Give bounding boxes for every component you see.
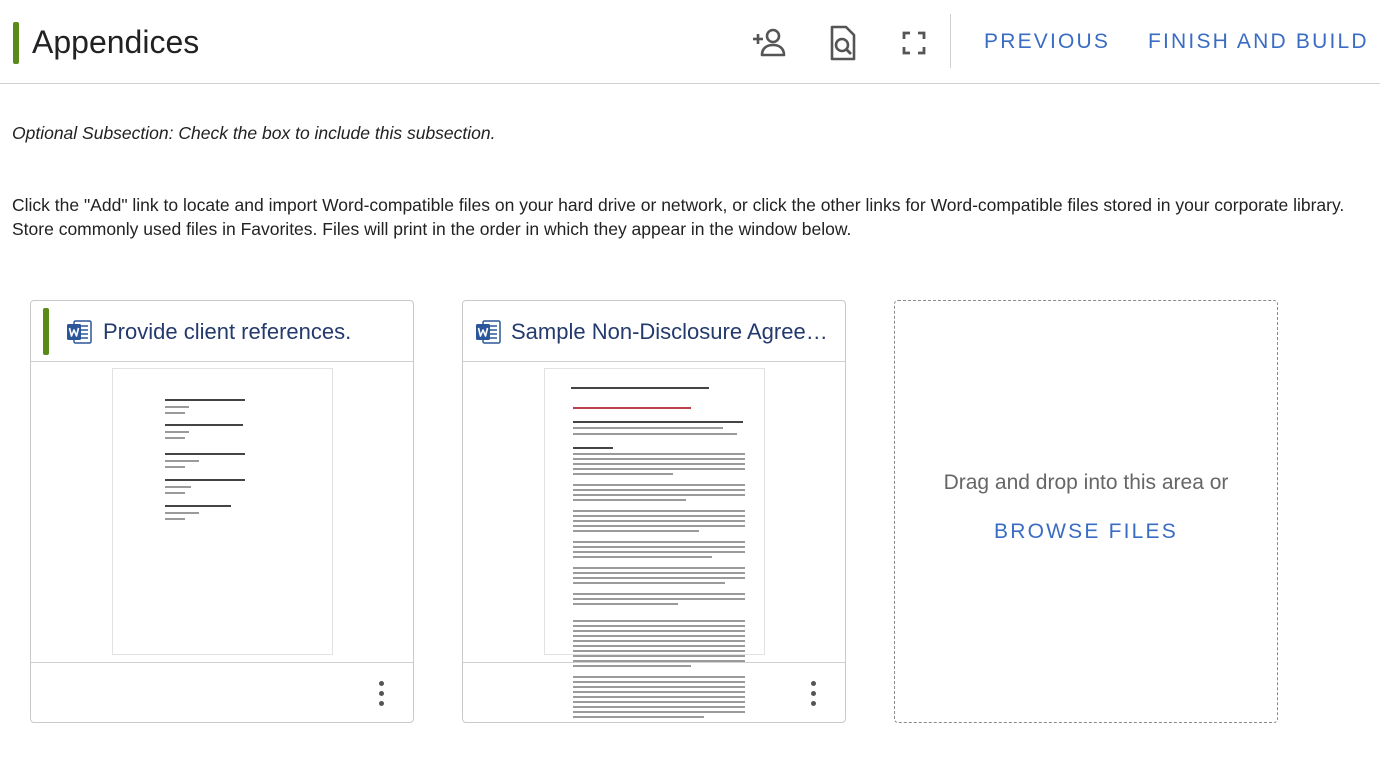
preview-document-icon[interactable]	[823, 24, 861, 62]
appendix-card[interactable]: Sample Non-Disclosure Agreem...	[462, 300, 846, 723]
browse-files-button[interactable]: BROWSE FILES	[895, 518, 1277, 546]
more-options-icon[interactable]	[803, 677, 823, 709]
finish-and-build-button[interactable]: FINISH AND BUILD	[1148, 28, 1369, 56]
previous-button[interactable]: PREVIOUS	[984, 28, 1110, 56]
document-thumbnail	[544, 368, 765, 718]
optional-subsection-note: Optional Subsection: Check the box to in…	[12, 123, 496, 143]
selected-accent-bar	[43, 308, 49, 355]
document-preview-area	[31, 362, 413, 663]
document-thumbnail	[112, 368, 333, 655]
toolbar-divider	[950, 14, 951, 68]
page-header: Appendices PREVIOUS FINISH AND BUILD	[0, 0, 1380, 84]
drop-zone-text: Drag and drop into this area or	[943, 471, 1229, 494]
page-title: Appendices	[32, 24, 200, 60]
card-title[interactable]: Sample Non-Disclosure Agreem...	[511, 317, 837, 347]
fullscreen-icon[interactable]	[895, 24, 933, 62]
card-header: Provide client references.	[31, 301, 413, 362]
word-document-icon	[66, 320, 92, 344]
appendix-card[interactable]: Provide client references.	[30, 300, 414, 723]
instructions-text: Click the "Add" link to locate and impor…	[12, 195, 1345, 239]
file-drop-zone[interactable]: Drag and drop into this area or BROWSE F…	[894, 300, 1278, 723]
document-preview-area	[463, 362, 845, 718]
section-accent-bar	[13, 22, 19, 64]
card-header: Sample Non-Disclosure Agreem...	[463, 301, 845, 362]
add-collaborator-icon[interactable]	[751, 24, 789, 62]
card-title[interactable]: Provide client references.	[103, 317, 403, 347]
more-options-icon[interactable]	[371, 677, 391, 709]
word-document-icon	[475, 320, 501, 344]
